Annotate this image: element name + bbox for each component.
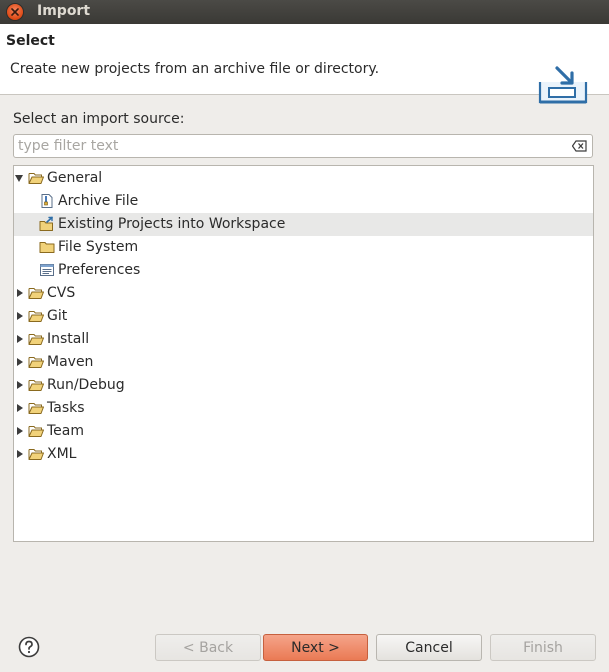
import-source-tree[interactable]: General Archive File Existing Projects int… <box>13 165 594 542</box>
tree-item-label: Run/Debug <box>47 377 125 393</box>
expanded-arrow-icon[interactable] <box>15 175 23 182</box>
window-title: Import <box>37 3 91 19</box>
tree-item[interactable]: Run/Debug <box>14 374 593 397</box>
tree-item-label: XML <box>47 446 77 462</box>
tree-item-label: General <box>47 170 103 186</box>
collapsed-arrow-icon[interactable] <box>17 312 23 320</box>
import-wizard-icon <box>538 66 588 104</box>
clear-filter-icon[interactable] <box>572 140 587 152</box>
finish-button[interactable]: Finish <box>490 634 596 661</box>
close-icon <box>11 8 19 16</box>
cancel-button[interactable]: Cancel <box>376 634 482 661</box>
close-window-button[interactable] <box>7 4 23 20</box>
tree-item-label: Archive File <box>58 193 139 209</box>
folder-open-icon <box>28 170 44 186</box>
tree-item[interactable]: Git <box>14 305 593 328</box>
import-source-label: Select an import source: <box>13 111 185 127</box>
tree-item[interactable]: Existing Projects into Workspace <box>14 213 593 236</box>
tree-item[interactable]: Install <box>14 328 593 351</box>
tree-item-label: Team <box>47 423 85 439</box>
page-title: Select <box>6 33 55 49</box>
collapsed-arrow-icon[interactable] <box>17 335 23 343</box>
tree-item[interactable]: Preferences <box>14 259 593 282</box>
tree-item[interactable]: General <box>14 167 593 190</box>
tree-item[interactable]: File System <box>14 236 593 259</box>
tree-item[interactable]: Archive File <box>14 190 593 213</box>
tree-item[interactable]: CVS <box>14 282 593 305</box>
tree-item-label: Maven <box>47 354 94 370</box>
archive-file-icon <box>39 193 55 209</box>
preferences-icon <box>39 262 55 278</box>
existing-projects-icon <box>39 216 55 232</box>
folder-open-icon <box>28 308 44 324</box>
tree-item[interactable]: XML <box>14 443 593 466</box>
folder-open-icon <box>28 331 44 347</box>
filter-field[interactable] <box>13 134 593 158</box>
collapsed-arrow-icon[interactable] <box>17 358 23 366</box>
folder-open-icon <box>28 423 44 439</box>
page-description: Create new projects from an archive file… <box>10 61 380 77</box>
tree-item[interactable]: Maven <box>14 351 593 374</box>
help-icon[interactable] <box>18 636 40 658</box>
folder-icon <box>39 239 55 255</box>
collapsed-arrow-icon[interactable] <box>17 289 23 297</box>
filter-input[interactable] <box>18 137 566 155</box>
tree-item-label: CVS <box>47 285 76 301</box>
collapsed-arrow-icon[interactable] <box>17 427 23 435</box>
folder-open-icon <box>28 285 44 301</box>
collapsed-arrow-icon[interactable] <box>17 450 23 458</box>
back-button[interactable]: < Back <box>155 634 261 661</box>
folder-open-icon <box>28 354 44 370</box>
tree-item-label: Existing Projects into Workspace <box>58 216 286 232</box>
wizard-banner: Select Create new projects from an archi… <box>0 24 609 104</box>
tree-item-label: Tasks <box>47 400 85 416</box>
tree-item-label: Install <box>47 331 90 347</box>
folder-open-icon <box>28 377 44 393</box>
collapsed-arrow-icon[interactable] <box>17 381 23 389</box>
folder-open-icon <box>28 446 44 462</box>
folder-open-icon <box>28 400 44 416</box>
tree-item[interactable]: Team <box>14 420 593 443</box>
collapsed-arrow-icon[interactable] <box>17 404 23 412</box>
tree-item[interactable]: Tasks <box>14 397 593 420</box>
tree-item-label: Preferences <box>58 262 141 278</box>
tree-item-label: File System <box>58 239 139 255</box>
tree-item-label: Git <box>47 308 68 324</box>
next-button[interactable]: Next > <box>263 634 368 661</box>
window-titlebar: Import <box>0 0 609 24</box>
